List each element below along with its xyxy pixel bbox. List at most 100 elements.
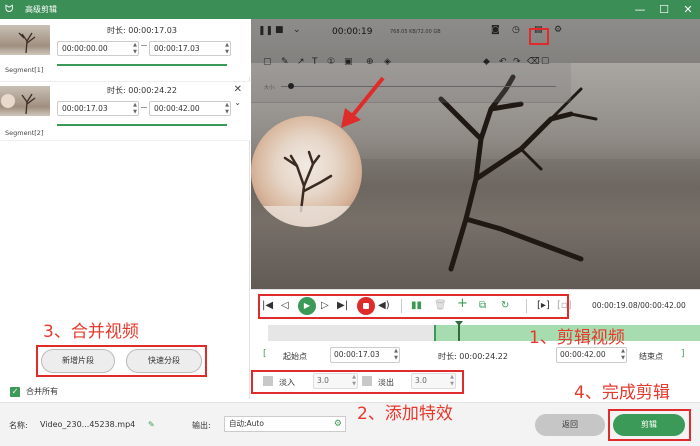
divider xyxy=(526,299,527,313)
segment-item[interactable]: Segment[2] 时长: 00:00:24.22 00:00:17.03 ▲ ▼… xyxy=(0,81,250,141)
spin-arrows-icon[interactable]: ▲ ▼ xyxy=(225,42,229,55)
spin-arrows-icon[interactable]: ▲ ▼ xyxy=(225,102,229,115)
fade-in-checkbox[interactable] xyxy=(263,376,273,386)
merge-all-checkbox[interactable]: ✓ 合并所有 xyxy=(10,386,58,397)
segment-thumbnail xyxy=(0,86,50,116)
storage-readout: 768.05 KB/72.00 GB xyxy=(390,29,441,35)
fade-out-label: 淡出 xyxy=(378,378,394,387)
play-button[interactable]: ▶ xyxy=(298,297,316,315)
segment-duration: 时长: 00:00:17.03 xyxy=(107,25,177,36)
duration-value: 00:00:17.03 xyxy=(128,26,177,35)
chevron-down-icon[interactable]: ⌄ xyxy=(293,25,301,35)
edit-icon[interactable]: ✎ xyxy=(148,420,155,429)
spin-arrows-icon[interactable]: ▲ ▼ xyxy=(352,374,356,388)
minimize-button[interactable]: — xyxy=(628,0,652,19)
merge-all-label: 合并所有 xyxy=(26,387,58,396)
end-time-value: 00:00:42.00 xyxy=(560,350,606,359)
output-value: 自动;Auto xyxy=(229,419,264,428)
end-value: 00:00:17.03 xyxy=(154,44,200,53)
start-bracket-icon: [ xyxy=(263,349,267,359)
segment-item[interactable]: Segment[1] 时长: 00:00:17.03 00:00:00.00 ▲ ▼… xyxy=(0,19,250,77)
gear-icon[interactable]: ⚙ xyxy=(554,25,562,35)
segment-progress-bar xyxy=(57,124,227,126)
duration-label: 时长: xyxy=(438,352,457,361)
next-frame-icon[interactable]: ▷ xyxy=(321,300,329,312)
capture-toolbar: ❚❚ ■ ⌄ 00:00:19 768.05 KB/72.00 GB ◙ ◷ ▤… xyxy=(251,19,700,67)
spin-arrows-icon[interactable]: ▲ ▼ xyxy=(394,348,398,362)
annotation-step3: 3、合并视频 xyxy=(43,322,139,342)
tool-options-panel: 大小: xyxy=(251,63,571,103)
start-value: 00:00:00.00 xyxy=(62,44,108,53)
fade-in-input[interactable]: 3.0 ▲ ▼ xyxy=(313,373,358,389)
spotlight-circle xyxy=(251,116,362,227)
segment-start-input[interactable]: 00:00:00.00 ▲ ▼ xyxy=(57,41,139,56)
spin-arrows-icon[interactable]: ▲ ▼ xyxy=(133,42,137,55)
trash-icon[interactable]: 🗑 xyxy=(434,300,447,312)
app-logo-icon: ᗢ xyxy=(5,3,14,15)
range-dash xyxy=(141,107,147,108)
fade-out-value: 3.0 xyxy=(415,376,427,385)
mark-in-icon[interactable]: [▸] xyxy=(537,300,550,312)
end-point-label[interactable]: 结束点 xyxy=(639,351,663,362)
segment-end-input[interactable]: 00:00:42.00 ▲ ▼ xyxy=(149,101,231,116)
annotation-step4: 4、完成剪辑 xyxy=(574,383,670,403)
pause-icon[interactable]: ❚❚ xyxy=(258,26,273,36)
size-slider-knob[interactable] xyxy=(288,83,294,89)
split-icon[interactable]: ▮▮ xyxy=(411,300,422,312)
timecode: 00:00:19.08/00:00:42.00 xyxy=(592,301,686,310)
timeline-track[interactable] xyxy=(268,321,700,341)
segment-label: Segment[1] xyxy=(5,66,44,74)
close-icon[interactable]: ✕ xyxy=(234,84,242,95)
start-time-input[interactable]: 00:00:17.03 ▲ ▼ xyxy=(330,347,400,363)
new-segment-button[interactable]: 新增片段 xyxy=(41,349,115,373)
timer-icon[interactable]: ◷ xyxy=(512,25,520,35)
segment-start-input[interactable]: 00:00:17.03 ▲ ▼ xyxy=(57,101,139,116)
add-icon[interactable]: + xyxy=(457,297,468,310)
cut-button[interactable]: 剪辑 xyxy=(613,414,685,436)
check-icon: ✓ xyxy=(10,386,20,397)
previous-frame-icon[interactable]: ◁ xyxy=(281,300,289,312)
size-slider[interactable] xyxy=(281,86,556,87)
volume-icon[interactable]: ◀) xyxy=(378,300,390,312)
playhead[interactable] xyxy=(455,321,463,341)
annotation-step2: 2、添加特效 xyxy=(357,404,453,424)
maximize-button[interactable]: ☐ xyxy=(652,0,676,19)
fade-out-input[interactable]: 3.0 ▲ ▼ xyxy=(411,373,456,389)
video-preview[interactable]: ❚❚ ■ ⌄ 00:00:19 768.05 KB/72.00 GB ◙ ◷ ▤… xyxy=(251,19,700,289)
segment-progress-bar xyxy=(57,64,227,66)
segment-end-input[interactable]: 00:00:17.03 ▲ ▼ xyxy=(149,41,231,56)
duration-value: 00:00:24.22 xyxy=(128,86,177,95)
quick-split-button[interactable]: 快速分段 xyxy=(126,349,202,373)
fade-out-checkbox[interactable] xyxy=(362,376,372,386)
chevron-down-icon[interactable]: ⌄ xyxy=(234,98,241,107)
end-time-input[interactable]: 00:00:42.00 ▲ ▼ xyxy=(556,347,627,363)
camera-icon[interactable]: ◙ xyxy=(491,25,500,35)
segment-duration: 时长: 00:00:24.22 xyxy=(107,85,177,96)
output-label: 输出: xyxy=(192,421,211,430)
annotation-arrow-icon xyxy=(341,76,385,128)
start-value: 00:00:17.03 xyxy=(62,104,108,113)
go-to-start-icon[interactable]: |◀ xyxy=(262,300,273,312)
back-button[interactable]: 返回 xyxy=(535,414,605,436)
output-select[interactable]: 自动;Auto ⚙ xyxy=(224,416,346,432)
go-to-end-icon[interactable]: ▶| xyxy=(337,300,348,312)
stop-button[interactable] xyxy=(357,297,375,315)
close-button[interactable]: ✕ xyxy=(676,0,700,19)
divider xyxy=(401,299,402,313)
reset-icon[interactable]: ↻ xyxy=(501,300,509,312)
mark-out-icon[interactable]: [▫] xyxy=(557,300,572,312)
bottom-bar: 名称: Video_230...45238.mp4 ✎ 输出: 自动;Auto ⚙… xyxy=(0,402,700,446)
stop-icon[interactable]: ■ xyxy=(275,25,284,35)
title-bar: ᗢ 高级剪辑 — ☐ ✕ xyxy=(0,0,700,19)
gear-icon[interactable]: ⚙ xyxy=(334,417,342,431)
end-bracket-icon: ] xyxy=(681,349,685,359)
spin-arrows-icon[interactable]: ▲ ▼ xyxy=(450,374,454,388)
spin-arrows-icon[interactable]: ▲ ▼ xyxy=(133,102,137,115)
duration-value: 00:00:24.22 xyxy=(459,352,508,361)
window-title: 高级剪辑 xyxy=(25,5,57,14)
copy-icon[interactable]: ⧉ xyxy=(479,300,486,312)
spin-arrows-icon[interactable]: ▲ ▼ xyxy=(621,348,625,362)
start-time-value: 00:00:17.03 xyxy=(334,350,380,359)
segment-label: Segment[2] xyxy=(5,129,44,137)
start-point-label[interactable]: 起始点 xyxy=(283,351,307,362)
